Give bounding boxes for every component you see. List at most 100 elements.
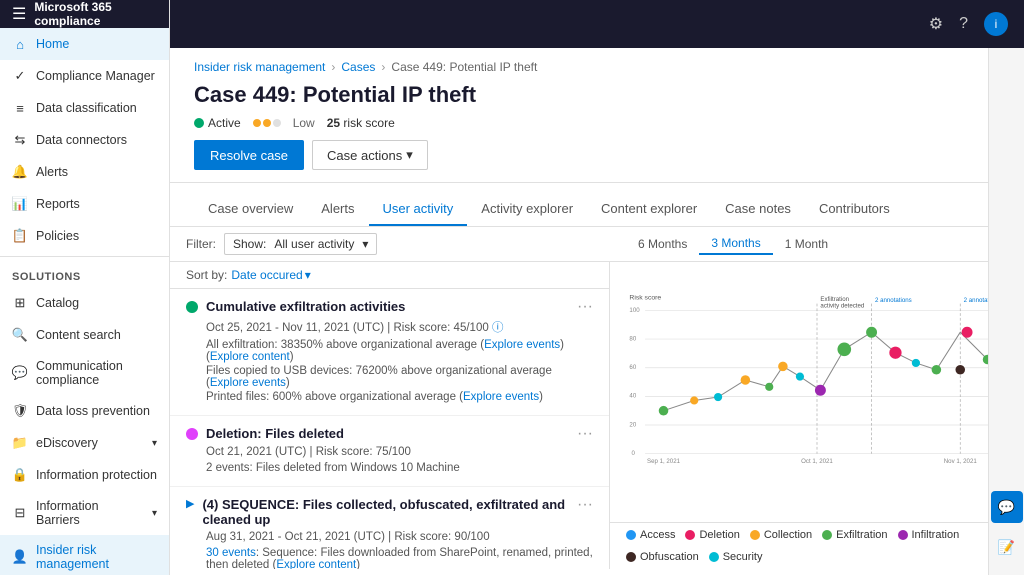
legend-infiltration: Infiltration — [898, 529, 960, 541]
page-header: Case 449: Potential IP theft Active Low … — [170, 74, 1024, 183]
svg-text:Sep 1, 2021: Sep 1, 2021 — [647, 458, 681, 465]
catalog-icon: ⊞ — [12, 295, 28, 311]
svg-text:Exfiltration: Exfiltration — [820, 296, 849, 303]
sidebar-item-reports[interactable]: 📊 Reports — [0, 188, 169, 220]
tab-alerts[interactable]: Alerts — [307, 193, 368, 226]
explore-events-1b[interactable]: Explore events — [210, 377, 286, 389]
sidebar-item-content-search[interactable]: 🔍 Content search — [0, 319, 169, 351]
tab-bar: Case overview Alerts User activity Activ… — [170, 193, 1024, 227]
sidebar-item-compliance-manager[interactable]: ✓ Compliance Manager — [0, 60, 169, 92]
info-protection-icon: 🔒 — [12, 467, 28, 483]
svg-text:activity detected: activity detected — [820, 303, 865, 310]
sidebar-item-data-connectors[interactable]: ⇆ Data connectors — [0, 124, 169, 156]
breadcrumb: Insider risk management › Cases › Case 4… — [170, 48, 1024, 74]
explore-events-3a[interactable]: Explore content — [276, 559, 356, 569]
tab-case-overview[interactable]: Case overview — [194, 193, 307, 226]
chat-bubble-icon[interactable]: 💬 — [991, 491, 1023, 523]
tab-content-explorer[interactable]: Content explorer — [587, 193, 711, 226]
sidebar-item-catalog[interactable]: ⊞ Catalog — [0, 287, 169, 319]
sidebar-label-data-loss-prevention: Data loss prevention — [36, 404, 150, 418]
action-buttons: Resolve case Case actions ▾ — [194, 140, 1000, 170]
legend-label-security: Security — [723, 551, 763, 563]
dp-9 — [837, 342, 851, 356]
filter-time-row: Filter: Show: All user activity ▾ 6 Mont… — [170, 227, 1024, 262]
risk-dot-3 — [273, 119, 281, 127]
hamburger-icon[interactable]: ☰ — [12, 4, 26, 24]
sidebar-item-information-barriers[interactable]: ⊟ Information Barriers ▾ — [0, 491, 169, 535]
filter-show-label: Show: — [233, 237, 266, 251]
breadcrumb-cases[interactable]: Cases — [341, 60, 375, 74]
sidebar-item-home[interactable]: ⌂ Home — [0, 28, 169, 60]
activity-item-deletion: Deletion: Files deleted ··· Oct 21, 2021… — [170, 416, 609, 487]
sidebar-nav: ⌂ Home ✓ Compliance Manager ≡ Data class… — [0, 28, 169, 575]
risk-score: 25 risk score — [327, 116, 395, 130]
case-actions-chevron: ▾ — [406, 147, 413, 163]
breadcrumb-insider-risk[interactable]: Insider risk management — [194, 60, 325, 74]
tab-activity-explorer[interactable]: Activity explorer — [467, 193, 587, 226]
sidebar-label-ediscovery: eDiscovery — [36, 436, 98, 450]
settings-topbar-icon[interactable]: ⚙ — [929, 14, 943, 34]
search-icon: 🔍 — [12, 327, 28, 343]
tab-user-activity[interactable]: User activity — [369, 193, 468, 226]
status-label: Active — [208, 116, 241, 130]
home-icon: ⌂ — [12, 36, 28, 52]
explore-events-1c[interactable]: Explore events — [463, 391, 539, 403]
chart-legend: Access Deletion Collection Exfiltration — [610, 522, 1024, 569]
svg-text:Nov 1, 2021: Nov 1, 2021 — [944, 458, 978, 465]
content-area: Insider risk management › Cases › Case 4… — [170, 48, 1024, 575]
activity-meta-3: Aug 31, 2021 - Oct 21, 2021 (UTC) | Risk… — [206, 531, 593, 543]
sidebar-item-data-loss-prevention[interactable]: 🛡 Data loss prevention — [0, 395, 169, 427]
user-icon[interactable]: i — [984, 12, 1008, 36]
sidebar-item-policies[interactable]: 📋 Policies — [0, 220, 169, 252]
case-actions-button[interactable]: Case actions ▾ — [312, 140, 428, 170]
svg-text:40: 40 — [629, 393, 636, 400]
activity-more-2[interactable]: ··· — [577, 426, 593, 442]
explore-events-1a[interactable]: Explore events — [484, 339, 560, 351]
sidebar-item-information-protection[interactable]: 🔒 Information protection — [0, 459, 169, 491]
sidebar-label-compliance-manager: Compliance Manager — [36, 69, 155, 83]
meta-info-icon-1[interactable]: ⓘ — [492, 322, 504, 334]
status-badge: Active — [194, 116, 241, 130]
dlp-icon: 🛡 — [12, 403, 28, 419]
filter-select[interactable]: Show: All user activity ▾ — [224, 233, 377, 255]
case-actions-label: Case actions — [327, 148, 402, 163]
expand-arrow-3[interactable]: ▶ — [186, 497, 194, 510]
tab-case-notes[interactable]: Case notes — [711, 193, 805, 226]
explore-content-1a[interactable]: Explore content — [210, 351, 290, 363]
activity-detail-1b: Files copied to USB devices: 76200% abov… — [206, 365, 593, 389]
help-icon[interactable]: ? — [959, 15, 968, 33]
detail-link-3a[interactable]: 30 events — [206, 547, 256, 559]
activity-dot-1 — [186, 301, 198, 313]
sidebar-item-communication-compliance[interactable]: 💬 Communication compliance — [0, 351, 169, 395]
activity-detail-2: 2 events: Files deleted from Windows 10 … — [206, 462, 593, 474]
y-axis-label: Risk score — [629, 295, 661, 302]
time-btn-3months[interactable]: 3 Months — [699, 233, 772, 255]
sort-value[interactable]: Date occured ▾ — [231, 268, 310, 282]
sidebar-item-data-classification[interactable]: ≡ Data classification — [0, 92, 169, 124]
filter-chevron: ▾ — [362, 237, 368, 251]
activity-meta-2: Oct 21, 2021 (UTC) | Risk score: 75/100 — [206, 446, 593, 458]
legend-exfiltration: Exfiltration — [822, 529, 887, 541]
risk-dot-1 — [253, 119, 261, 127]
breadcrumb-current: Case 449: Potential IP theft — [391, 60, 537, 74]
activity-item-sequence: ▶ (4) SEQUENCE: Files collected, obfusca… — [170, 487, 609, 569]
tab-contributors[interactable]: Contributors — [805, 193, 904, 226]
feedback-icon[interactable]: 📝 — [991, 531, 1023, 563]
legend-dot-exfiltration — [822, 530, 832, 540]
time-btn-6months[interactable]: 6 Months — [626, 234, 699, 254]
activity-more-1[interactable]: ··· — [577, 299, 593, 315]
legend-dot-collection — [750, 530, 760, 540]
policies-icon: 📋 — [12, 228, 28, 244]
breadcrumb-sep-1: › — [331, 60, 335, 74]
activity-item-cumulative: Cumulative exfiltration activities ··· O… — [170, 289, 609, 416]
sidebar-item-alerts[interactable]: 🔔 Alerts — [0, 156, 169, 188]
time-btn-1month[interactable]: 1 Month — [773, 234, 840, 254]
activity-more-3[interactable]: ··· — [577, 497, 593, 513]
solutions-section-label: Solutions — [0, 261, 169, 287]
sidebar-item-insider-risk-management[interactable]: 👤 Insider risk management — [0, 535, 169, 575]
dp-4 — [741, 375, 751, 385]
dp-5 — [765, 383, 773, 391]
sidebar-item-ediscovery[interactable]: 📁 eDiscovery ▾ — [0, 427, 169, 459]
resolve-case-button[interactable]: Resolve case — [194, 140, 304, 170]
filter-value: All user activity — [274, 237, 354, 251]
